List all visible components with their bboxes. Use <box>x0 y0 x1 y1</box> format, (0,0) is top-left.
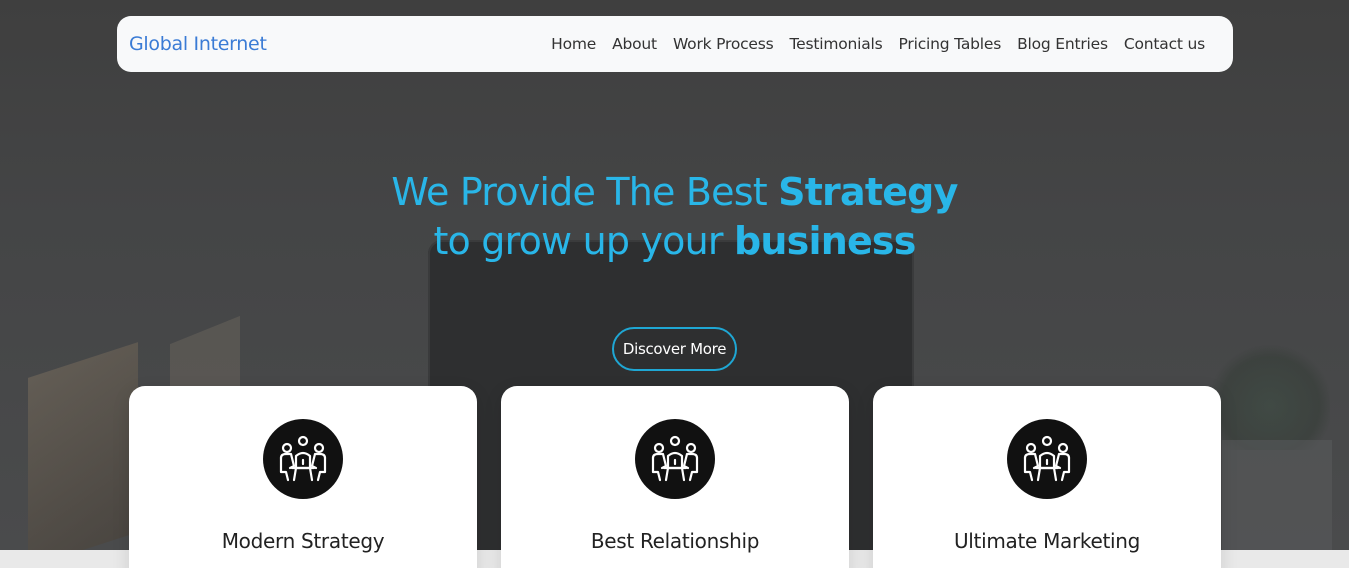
background-photo-pot <box>1222 440 1332 550</box>
team-meeting-icon <box>635 419 715 499</box>
nav-links: Home About Work Process Testimonials Pri… <box>543 35 1213 53</box>
card-title: Best Relationship <box>590 529 760 553</box>
feature-card-ultimate-marketing[interactable]: Ultimate Marketing <box>873 386 1221 568</box>
team-meeting-icon <box>1007 419 1087 499</box>
headline-line1-regular: We Provide The Best <box>391 170 779 214</box>
nav-link-testimonials[interactable]: Testimonials <box>782 35 891 53</box>
headline-line1-bold: Strategy <box>778 170 958 214</box>
discover-more-button[interactable]: Discover More <box>612 327 737 371</box>
nav-link-contact-us[interactable]: Contact us <box>1116 35 1213 53</box>
background-photo-plant <box>1210 340 1330 450</box>
feature-card-best-relationship[interactable]: Best Relationship <box>501 386 849 568</box>
nav-link-home[interactable]: Home <box>543 35 604 53</box>
navbar: Global Internet Home About Work Process … <box>117 16 1233 72</box>
card-title: Modern Strategy <box>221 529 385 553</box>
nav-link-work-process[interactable]: Work Process <box>665 35 782 53</box>
nav-link-pricing-tables[interactable]: Pricing Tables <box>891 35 1010 53</box>
brand-link[interactable]: Global Internet <box>129 33 267 55</box>
page: Global Internet Home About Work Process … <box>0 0 1349 568</box>
nav-link-blog-entries[interactable]: Blog Entries <box>1009 35 1116 53</box>
hero-headline: We Provide The Best Strategy to grow up … <box>0 168 1349 266</box>
headline-line2-bold: business <box>734 219 916 263</box>
feature-card-modern-strategy[interactable]: Modern Strategy <box>129 386 477 568</box>
card-title: Ultimate Marketing <box>953 529 1141 553</box>
team-meeting-icon <box>263 419 343 499</box>
headline-line2-regular: to grow up your <box>433 219 734 263</box>
nav-link-about[interactable]: About <box>604 35 665 53</box>
background-photo-box <box>28 342 138 550</box>
